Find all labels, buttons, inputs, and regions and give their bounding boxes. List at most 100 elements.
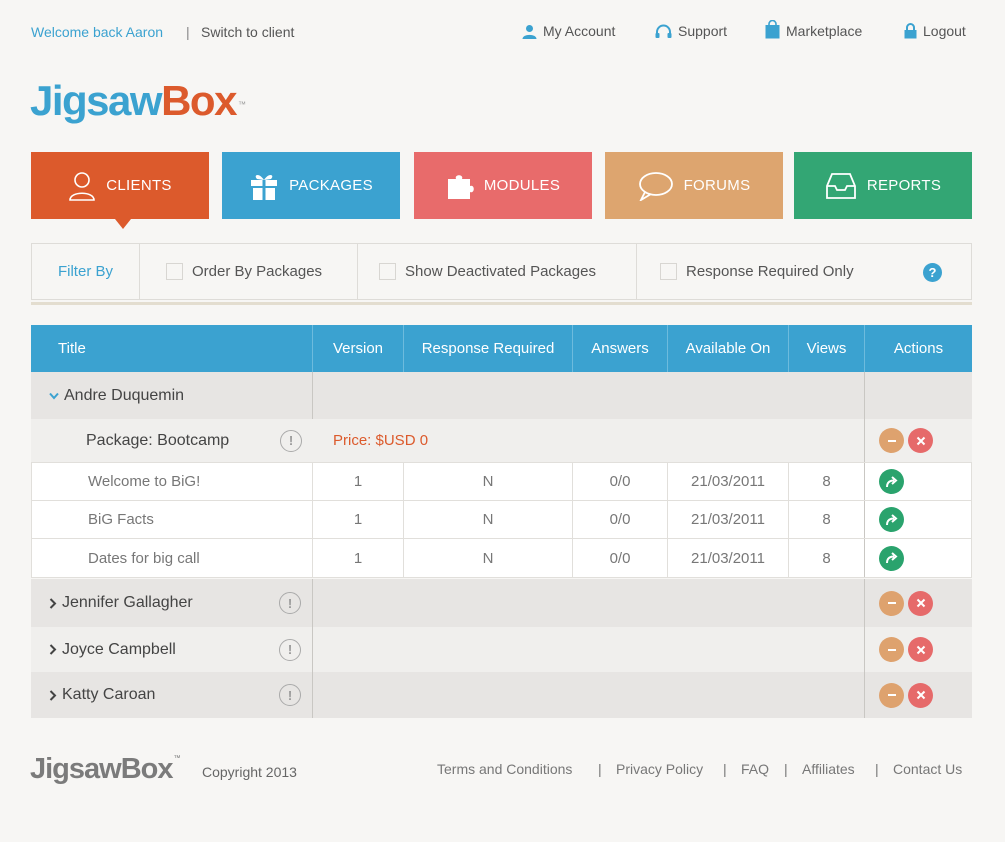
module-answers: 0/0 xyxy=(573,501,668,538)
col-answers[interactable]: Answers xyxy=(573,325,668,372)
filter-order-by-packages[interactable]: Order By Packages xyxy=(140,244,358,299)
deactivate-button[interactable] xyxy=(879,590,904,616)
module-available: 21/03/2011 xyxy=(668,501,789,538)
client-name: Joyce Campbell xyxy=(62,640,176,658)
module-row[interactable]: Dates for big call 1 N 0/0 21/03/2011 8 xyxy=(31,539,972,578)
order-by-packages-checkbox[interactable] xyxy=(166,263,183,280)
module-actions xyxy=(865,463,971,500)
client-row-andre[interactable]: Andre Duquemin xyxy=(31,372,972,419)
client-actions xyxy=(865,579,972,627)
client-spacer xyxy=(313,627,865,672)
client-row-jennifer[interactable]: Jennifer Gallagher ! xyxy=(31,579,972,627)
module-views: 8 xyxy=(789,539,865,577)
marketplace-link[interactable]: Marketplace xyxy=(765,19,862,39)
module-response: N xyxy=(404,539,573,577)
response-required-only-checkbox[interactable] xyxy=(660,263,677,280)
close-icon xyxy=(916,690,925,700)
footer-contact-link[interactable]: Contact Us xyxy=(893,761,962,777)
module-row[interactable]: Welcome to BiG! 1 N 0/0 21/03/2011 8 xyxy=(31,462,972,501)
open-module-button[interactable] xyxy=(879,545,904,571)
footer-terms-link[interactable]: Terms and Conditions xyxy=(437,761,572,777)
exclamation-icon[interactable]: ! xyxy=(280,429,302,452)
open-module-button[interactable] xyxy=(879,507,904,532)
chevron-down-icon[interactable] xyxy=(49,392,59,400)
filter-response-required-only[interactable]: Response Required Only ? xyxy=(637,244,971,299)
deactivate-button[interactable] xyxy=(879,637,904,662)
exclamation-icon[interactable]: ! xyxy=(279,592,301,614)
deactivate-button[interactable] xyxy=(879,428,904,453)
nav-tile-modules[interactable]: MODULES xyxy=(414,152,592,219)
exclamation-icon[interactable]: ! xyxy=(279,684,301,706)
col-views[interactable]: Views xyxy=(789,325,865,372)
module-response: N xyxy=(404,463,573,500)
module-row[interactable]: BiG Facts 1 N 0/0 21/03/2011 8 xyxy=(31,501,972,539)
remove-button[interactable] xyxy=(908,637,933,662)
open-module-button[interactable] xyxy=(879,469,904,494)
forward-arrow-icon xyxy=(886,475,898,487)
module-actions xyxy=(865,539,971,577)
main-nav: CLIENTS PACKAGES MODULES FORUMS REPORTS xyxy=(31,152,972,229)
remove-button[interactable] xyxy=(908,590,933,616)
footer-logo[interactable]: JigsawBox ™ xyxy=(30,753,181,786)
client-row-katty[interactable]: Katty Caroan ! xyxy=(31,672,972,718)
puzzle-icon xyxy=(447,174,474,199)
filter-by-label: Filter By xyxy=(32,244,140,299)
chevron-right-icon[interactable] xyxy=(49,689,57,701)
switch-to-client-link[interactable]: Switch to client xyxy=(201,24,294,40)
help-icon[interactable]: ? xyxy=(923,263,942,282)
exclamation-icon[interactable]: ! xyxy=(279,638,301,661)
deactivate-button[interactable] xyxy=(879,682,904,708)
client-name: Katty Caroan xyxy=(62,686,156,703)
client-name-cell[interactable]: Joyce Campbell ! xyxy=(31,627,313,672)
module-title[interactable]: Welcome to BiG! xyxy=(32,463,313,500)
nav-tile-reports[interactable]: REPORTS xyxy=(794,152,972,219)
nav-tile-clients[interactable]: CLIENTS xyxy=(31,152,209,229)
support-link[interactable]: Support xyxy=(655,23,727,39)
col-actions[interactable]: Actions xyxy=(865,325,972,372)
client-actions xyxy=(865,372,972,419)
footer-privacy-link[interactable]: Privacy Policy xyxy=(616,761,703,777)
client-row-joyce[interactable]: Joyce Campbell ! xyxy=(31,627,972,672)
module-response: N xyxy=(404,501,573,538)
module-version: 1 xyxy=(313,501,404,538)
forward-arrow-icon xyxy=(886,513,898,525)
chevron-right-icon[interactable] xyxy=(49,597,57,609)
client-name-cell[interactable]: Jennifer Gallagher ! xyxy=(31,579,313,627)
jigsawbox-logo[interactable]: JigsawBox ™ xyxy=(30,76,246,126)
module-available: 21/03/2011 xyxy=(668,463,789,500)
col-available-on[interactable]: Available On xyxy=(668,325,789,372)
footer-separator: | xyxy=(784,761,788,777)
client-spacer xyxy=(313,579,865,627)
nav-tile-packages[interactable]: PACKAGES xyxy=(222,152,400,219)
filter-show-deactivated[interactable]: Show Deactivated Packages xyxy=(358,244,637,299)
module-title[interactable]: BiG Facts xyxy=(32,501,313,538)
copyright: Copyright 2013 xyxy=(202,764,297,780)
minus-icon xyxy=(887,648,896,651)
my-account-link[interactable]: My Account xyxy=(522,23,615,39)
nav-reports-label: REPORTS xyxy=(866,177,942,194)
top-bar: Welcome back Aaron | Switch to client My… xyxy=(0,0,1005,64)
nav-forums-label: FORUMS xyxy=(683,177,751,194)
client-actions xyxy=(865,672,972,718)
chevron-right-icon[interactable] xyxy=(49,644,57,655)
col-version[interactable]: Version xyxy=(313,325,404,372)
module-title[interactable]: Dates for big call xyxy=(32,539,313,577)
support-label: Support xyxy=(678,23,728,39)
marketplace-label: Marketplace xyxy=(786,23,863,39)
client-name-cell[interactable]: Andre Duquemin xyxy=(31,372,313,419)
module-answers: 0/0 xyxy=(573,539,668,577)
col-response-required[interactable]: Response Required xyxy=(404,325,573,372)
client-name-cell[interactable]: Katty Caroan ! xyxy=(31,672,313,718)
col-title[interactable]: Title xyxy=(31,325,313,372)
header-separator: | xyxy=(186,24,190,40)
module-views: 8 xyxy=(789,501,865,538)
client-spacer xyxy=(313,672,865,718)
footer-faq-link[interactable]: FAQ xyxy=(741,761,769,777)
remove-button[interactable] xyxy=(908,428,933,453)
remove-button[interactable] xyxy=(908,682,933,708)
close-icon xyxy=(916,645,925,654)
footer-affiliates-link[interactable]: Affiliates xyxy=(802,761,855,777)
show-deactivated-checkbox[interactable] xyxy=(379,263,396,280)
logout-link[interactable]: Logout xyxy=(904,22,966,39)
nav-tile-forums[interactable]: FORUMS xyxy=(605,152,783,219)
